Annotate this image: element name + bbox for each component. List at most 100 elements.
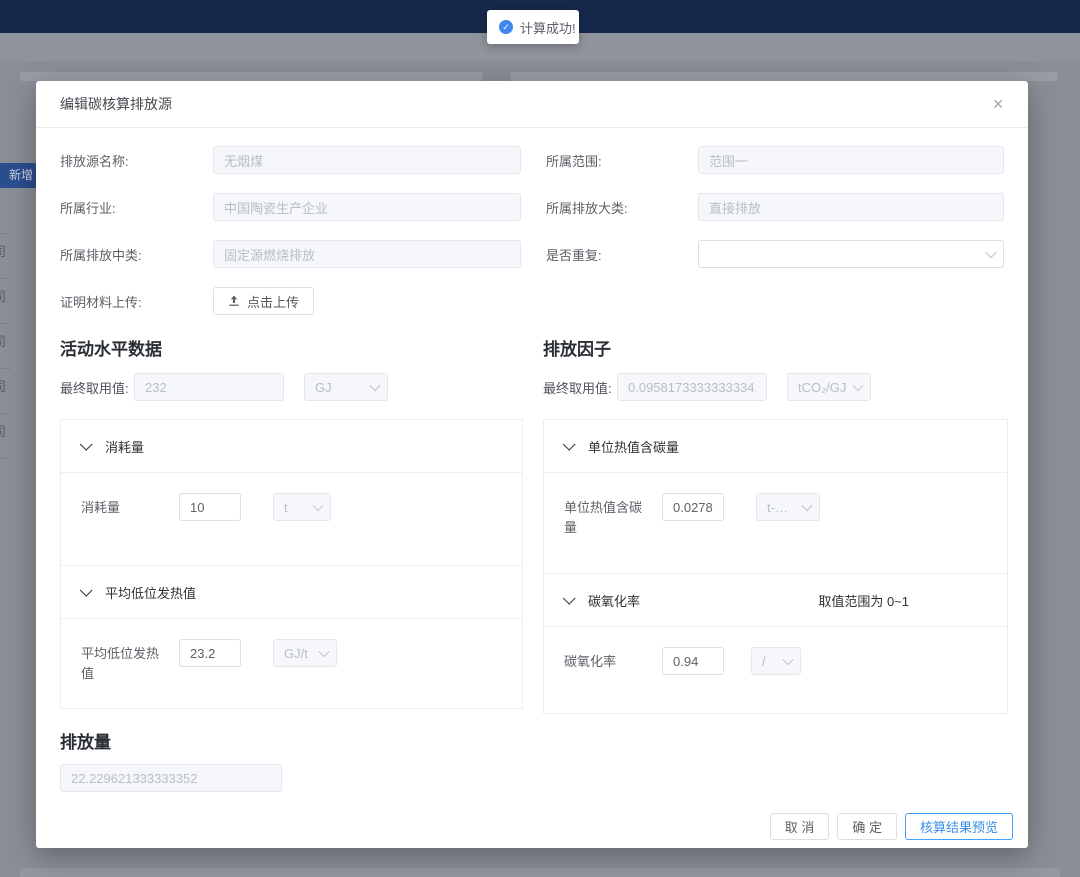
table-row-divider xyxy=(0,458,11,459)
major-category-input[interactable] xyxy=(698,193,1004,221)
toast-message: 计算成功! xyxy=(520,18,576,37)
chevron-down-icon xyxy=(852,380,863,391)
oxidation-rate-unit-select[interactable]: / xyxy=(751,647,801,675)
table-row-fragment: 司 xyxy=(0,241,13,260)
consumption-input[interactable] xyxy=(179,493,241,521)
upload-icon xyxy=(228,295,240,307)
chevron-down-icon xyxy=(782,654,793,665)
carbon-content-panel-header[interactable]: 单位热值含碳量 xyxy=(544,420,1007,472)
table-row-fragment: 司 xyxy=(0,421,13,440)
section-activity-data: 活动水平数据 最终取用值: GJ 消耗量 xyxy=(60,335,523,714)
major-category-label: 所属排放大类: xyxy=(546,198,698,217)
oxidation-rate-label: 碳氧化率 xyxy=(564,647,652,672)
chevron-down-icon xyxy=(80,584,93,597)
form-row: 排放源名称: 所属范围: xyxy=(60,146,1004,174)
table-row-fragment: 司 xyxy=(0,331,13,350)
heat-value-label: 平均低位发热值 xyxy=(81,639,169,684)
industry-input[interactable] xyxy=(213,193,521,221)
confirm-button[interactable]: 确 定 xyxy=(837,813,897,840)
source-name-input[interactable] xyxy=(213,146,521,174)
oxidation-rate-input[interactable] xyxy=(662,647,724,675)
oxidation-rate-panel-title: 碳氧化率 xyxy=(588,591,640,610)
consumption-unit-select[interactable]: t xyxy=(273,493,331,521)
preview-result-button[interactable]: 核算结果预览 xyxy=(905,813,1013,840)
dialog-edit-emission-source: 编辑碳核算排放源 排放源名称: 所属范围: 所属行业: 所属排放大类: 所属排放… xyxy=(36,81,1028,848)
heat-value-input[interactable] xyxy=(179,639,241,667)
chevron-down-icon xyxy=(563,592,576,605)
background-card-bottom xyxy=(20,868,1060,877)
table-row-divider xyxy=(0,368,11,369)
activity-final-row: 最终取用值: GJ xyxy=(60,373,523,401)
middle-category-input[interactable] xyxy=(213,240,521,268)
table-row-divider xyxy=(0,413,11,414)
consumption-unit-value: t xyxy=(284,500,308,515)
source-name-label: 排放源名称: xyxy=(60,151,213,170)
activity-final-input[interactable] xyxy=(134,373,284,401)
carbon-content-unit-value: t-C/... xyxy=(767,500,797,515)
consumption-panel-content: 消耗量 t xyxy=(61,472,522,565)
carbon-content-label: 单位热值含碳量 xyxy=(564,493,652,538)
chevron-down-icon xyxy=(985,247,996,258)
activity-unit-value: GJ xyxy=(315,380,365,395)
consumption-panel-title: 消耗量 xyxy=(105,437,144,456)
heat-value-unit-select[interactable]: GJ/t xyxy=(273,639,337,667)
factor-unit-value: tCO₂/GJ xyxy=(798,380,848,395)
factor-section-title: 排放因子 xyxy=(543,335,1008,360)
is-duplicate-select[interactable] xyxy=(698,240,1004,268)
factor-final-label: 最终取用值: xyxy=(543,378,617,397)
screen: 新增 司 司 司 司 司 计算成功! 编辑碳核算排放源 排放源名称: 所属范围: xyxy=(0,0,1080,877)
close-icon[interactable] xyxy=(992,97,1004,111)
heat-value-panel-title: 平均低位发热值 xyxy=(105,583,196,602)
chevron-down-icon xyxy=(563,438,576,451)
heat-value-panel-header[interactable]: 平均低位发热值 xyxy=(61,565,522,618)
chevron-down-icon xyxy=(312,500,323,511)
carbon-content-panel-content: 单位热值含碳量 t-C/... xyxy=(544,472,1007,573)
cancel-button[interactable]: 取 消 xyxy=(770,813,830,840)
toast-success: 计算成功! xyxy=(487,10,579,44)
add-button[interactable]: 新增 xyxy=(0,163,36,188)
data-sections: 活动水平数据 最终取用值: GJ 消耗量 xyxy=(60,335,1004,714)
heat-value-unit-value: GJ/t xyxy=(284,646,314,661)
check-circle-icon xyxy=(499,20,513,34)
factor-unit-select[interactable]: tCO₂/GJ xyxy=(787,373,871,401)
form-row: 所属排放中类: 是否重复: xyxy=(60,240,1004,268)
factor-final-input[interactable] xyxy=(617,373,767,401)
activity-collapse: 消耗量 消耗量 t xyxy=(60,419,523,709)
form-row: 证明材料上传: 点击上传 xyxy=(60,287,1004,315)
chevron-down-icon xyxy=(318,646,329,657)
scope-input[interactable] xyxy=(698,146,1004,174)
dialog-header: 编辑碳核算排放源 xyxy=(36,81,1028,128)
chevron-down-icon xyxy=(80,438,93,451)
carbon-content-input[interactable] xyxy=(662,493,724,521)
dialog-title: 编辑碳核算排放源 xyxy=(60,94,172,114)
table-row-divider xyxy=(0,233,11,234)
oxidation-rate-panel-header[interactable]: 碳氧化率 取值范围为 0~1 xyxy=(544,573,1007,626)
emission-amount-input[interactable] xyxy=(60,764,282,792)
upload-label: 证明材料上传: xyxy=(60,292,213,311)
carbon-content-panel-title: 单位热值含碳量 xyxy=(588,437,679,456)
activity-final-label: 最终取用值: xyxy=(60,378,134,397)
dialog-body: 排放源名称: 所属范围: 所属行业: 所属排放大类: 所属排放中类: 是否重复: xyxy=(36,128,1028,792)
chevron-down-icon xyxy=(801,500,812,511)
upload-button-label: 点击上传 xyxy=(247,292,299,311)
factor-collapse: 单位热值含碳量 单位热值含碳量 t-C/... xyxy=(543,419,1008,714)
industry-label: 所属行业: xyxy=(60,198,213,217)
consumption-panel-header[interactable]: 消耗量 xyxy=(61,420,522,472)
scope-label: 所属范围: xyxy=(546,151,698,170)
activity-section-title: 活动水平数据 xyxy=(60,335,523,360)
activity-unit-select[interactable]: GJ xyxy=(304,373,388,401)
table-row-fragment: 司 xyxy=(0,376,13,395)
consumption-label: 消耗量 xyxy=(81,493,169,518)
section-emission-factor: 排放因子 最终取用值: tCO₂/GJ 单位热值含碳量 xyxy=(543,335,1008,714)
table-row-divider xyxy=(0,323,11,324)
is-duplicate-label: 是否重复: xyxy=(546,245,698,264)
carbon-content-unit-select[interactable]: t-C/... xyxy=(756,493,820,521)
background-card-right xyxy=(510,72,1058,81)
dialog-footer: 取 消 确 定 核算结果预览 xyxy=(770,813,1013,840)
chevron-down-icon xyxy=(369,380,380,391)
upload-button[interactable]: 点击上传 xyxy=(213,287,314,315)
oxidation-rate-range-note: 取值范围为 0~1 xyxy=(818,591,909,610)
table-row-divider xyxy=(0,278,11,279)
table-row-fragment: 司 xyxy=(0,286,13,305)
factor-final-row: 最终取用值: tCO₂/GJ xyxy=(543,373,1008,401)
